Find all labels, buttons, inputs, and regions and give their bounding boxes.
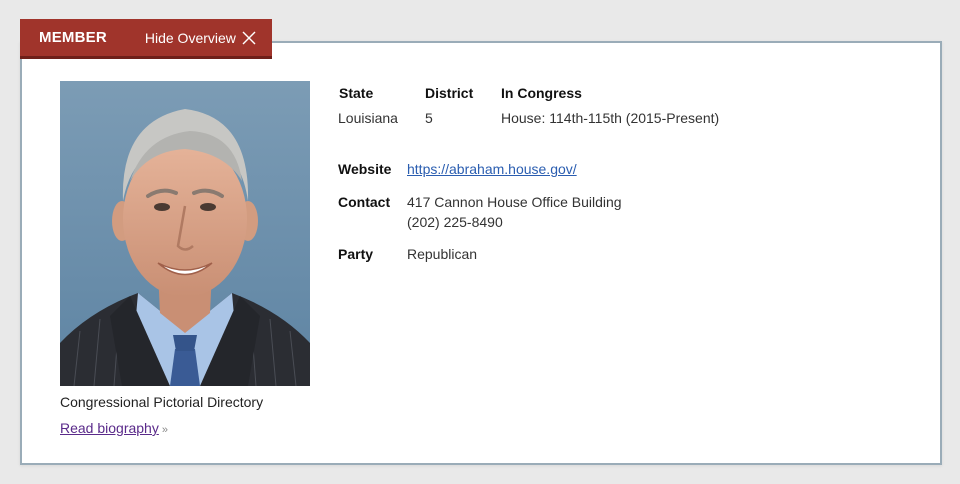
double-chevron-right-icon: » [161, 424, 168, 436]
party-value: Republican [407, 246, 478, 262]
close-icon [242, 31, 256, 45]
contact-phone: (202) 225-8490 [407, 214, 503, 230]
portrait-image [60, 81, 310, 386]
website-label: Website [338, 161, 392, 177]
hide-overview-label: Hide Overview [144, 29, 236, 46]
contact-address: 417 Cannon House Office Building [407, 194, 622, 210]
member-tab: MEMBER Hide Overview [20, 19, 272, 59]
state-value: Louisiana [338, 110, 398, 126]
read-biography-link[interactable]: Read biography» [60, 420, 168, 436]
photo-caption: Congressional Pictorial Directory [60, 394, 264, 410]
state-header: State [339, 85, 374, 101]
in-congress-header: In Congress [501, 85, 582, 101]
website-link[interactable]: https://abraham.house.gov/ [407, 161, 577, 177]
hide-overview-button[interactable]: Hide Overview [145, 30, 256, 46]
read-biography-label: Read biography [60, 420, 159, 436]
district-value: 5 [425, 110, 433, 126]
contact-label: Contact [338, 194, 391, 210]
party-label: Party [338, 246, 374, 262]
in-congress-value: House: 114th-115th (2015-Present) [501, 110, 720, 126]
website-field: https://abraham.house.gov/ [407, 159, 577, 179]
tab-title: MEMBER [39, 29, 107, 46]
member-portrait [60, 81, 310, 386]
district-header: District [425, 85, 474, 101]
